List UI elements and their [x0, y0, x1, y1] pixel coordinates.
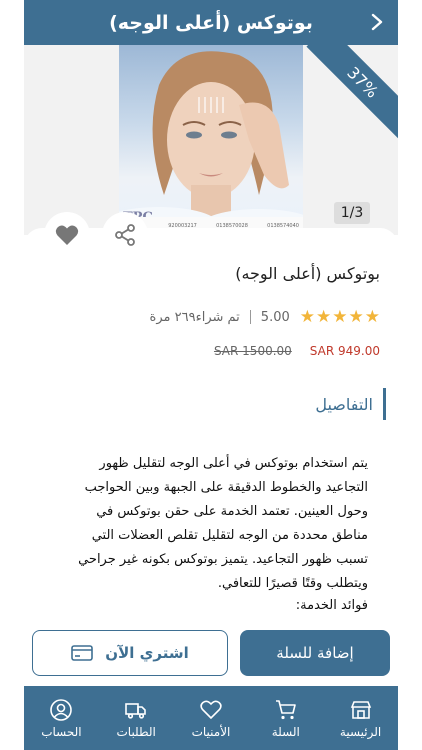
nav-item-home[interactable]: الرئيسية [324, 698, 398, 739]
star-icon: ★ [299, 307, 315, 327]
nav-item-cart[interactable]: السلة [249, 698, 323, 739]
nav-item-wishlist[interactable]: الأمنيات [174, 698, 248, 739]
action-bar: اشتري الآن إضافة للسلة [32, 630, 390, 678]
nav-label: الحساب [41, 724, 82, 739]
star-icon: ★ [316, 307, 332, 327]
image-pager: 1/3 [334, 202, 370, 224]
nav-item-account[interactable]: الحساب [24, 698, 98, 739]
share-button[interactable] [102, 212, 148, 258]
back-button[interactable] [362, 7, 392, 37]
current-price: SAR 949.00 [309, 344, 380, 358]
nav-label: الأمنيات [191, 724, 231, 739]
star-icon: ★ [332, 307, 348, 327]
buy-now-button[interactable]: اشتري الآن [32, 630, 228, 676]
favorite-button[interactable] [44, 212, 90, 258]
rating-stars: ★ ★ ★ ★ ★ [300, 307, 380, 327]
chevron-right-icon [371, 13, 383, 31]
divider [249, 310, 251, 324]
product-image-gallery[interactable]: TPC 920003217 0138570028 0138574040 37% … [24, 45, 398, 235]
add-to-cart-button[interactable]: إضافة للسلة [240, 630, 390, 676]
page-title: بوتوكس (أعلى الوجه) [109, 11, 313, 34]
discount-badge-text: 37% [343, 62, 383, 102]
heart-icon [200, 700, 222, 719]
add-to-cart-label: إضافة للسلة [276, 644, 354, 662]
nav-item-orders[interactable]: الطلبات [99, 698, 173, 739]
nav-label: الرئيسية [339, 724, 382, 739]
bottom-nav: الرئيسية السلة الأمنيات الطلبات الحساب [24, 686, 398, 750]
star-icon: ★ [348, 307, 364, 327]
face-illustration [119, 51, 303, 235]
store-icon [350, 700, 371, 719]
benefits-label: فوائد الخدمة: [295, 598, 368, 613]
nav-label: الطلبات [116, 724, 156, 739]
credit-card-icon [71, 645, 94, 661]
product-description: يتم استخدام بوتوكس في أعلى الوجه لتقليل … [78, 456, 368, 591]
truck-icon [125, 702, 146, 719]
share-icon [115, 224, 135, 246]
product-title: بوتوكس (أعلى الوجه) [235, 264, 380, 283]
heart-icon [55, 225, 79, 245]
rating-value: 5.00 [260, 309, 290, 325]
original-price: SAR 1500.00 [213, 344, 292, 358]
star-icon: ★ [364, 307, 380, 327]
price-row: SAR 949.00 SAR 1500.00 [214, 344, 380, 358]
discount-ribbon: 37% [306, 45, 398, 139]
user-icon [50, 698, 73, 721]
nav-label: السلة [271, 724, 300, 739]
details-section-title: التفاصيل [315, 388, 386, 420]
buy-now-label: اشتري الآن [105, 644, 189, 662]
rating-row: ★ ★ ★ ★ ★ 5.00 تم شراء٢٦٩ مرة [150, 307, 380, 327]
cart-icon [275, 699, 296, 719]
purchase-count: تم شراء٢٦٩ مرة [149, 309, 240, 325]
app-header: بوتوكس (أعلى الوجه) [24, 0, 398, 45]
product-photo: TPC 920003217 0138570028 0138574040 [119, 45, 303, 235]
